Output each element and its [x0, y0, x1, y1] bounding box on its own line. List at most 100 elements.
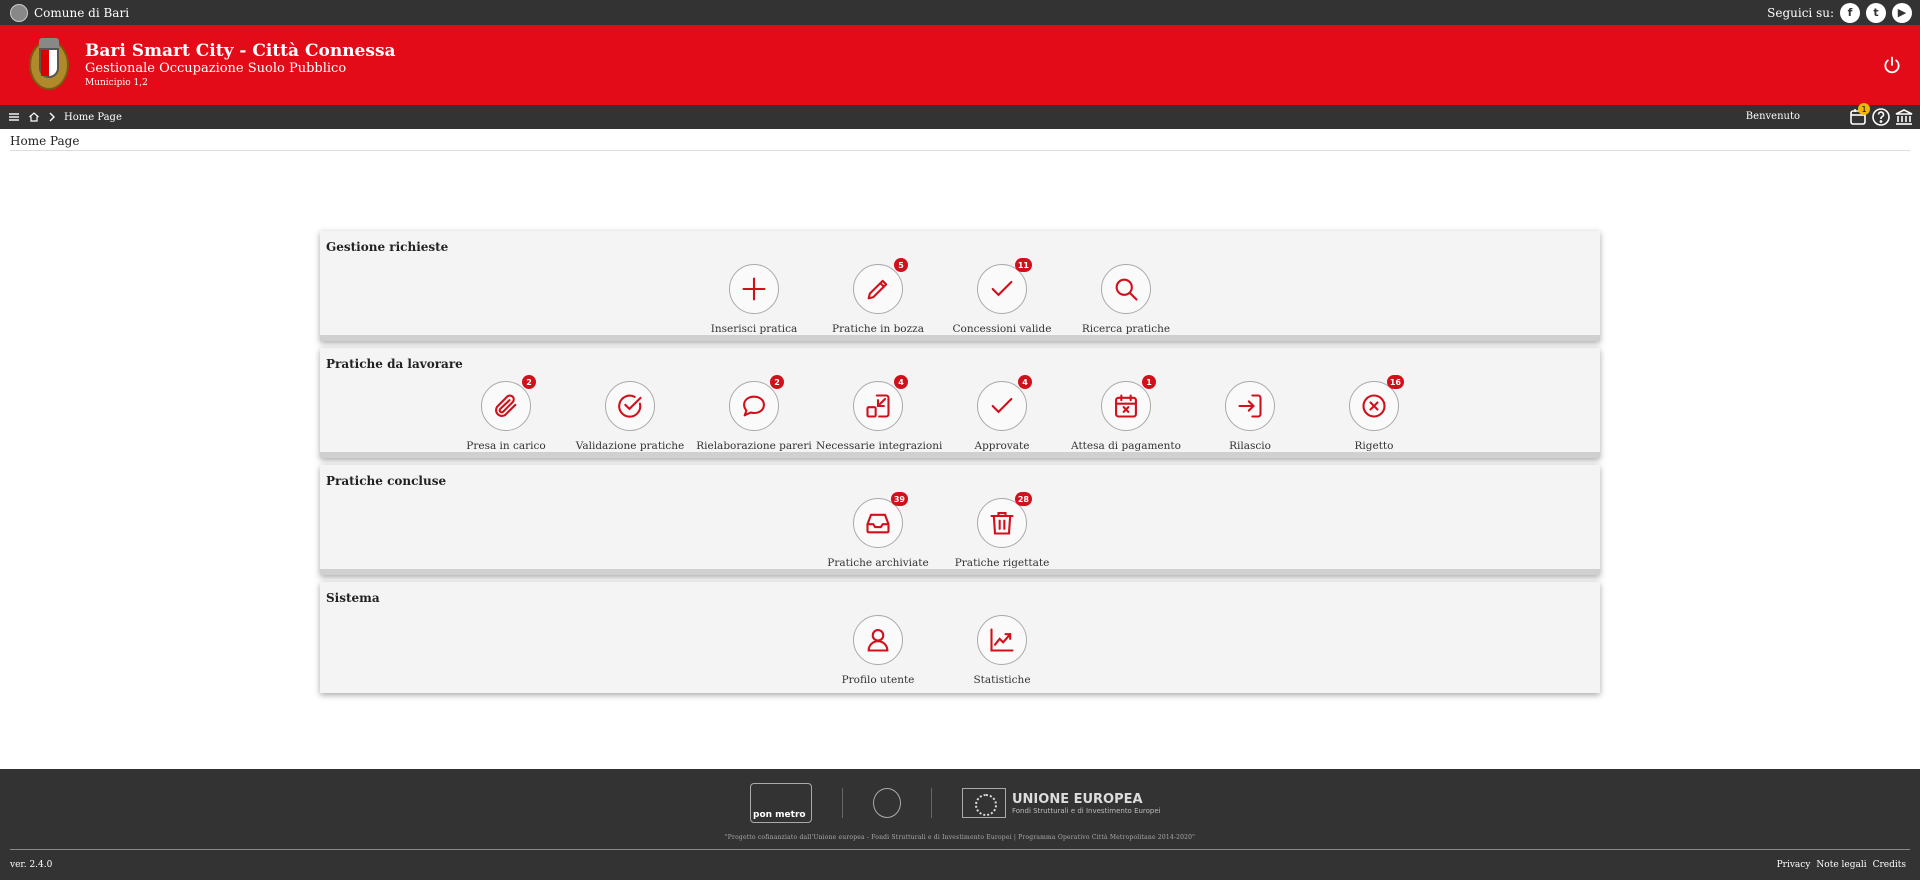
footer: pon metro UNIONE EUROPEA Fondi Struttura… — [0, 769, 1920, 880]
tile-approvate[interactable]: 4 Approvate — [940, 375, 1064, 452]
pon-metro-logo: pon metro — [750, 783, 812, 823]
municipio-label: Municipio 1,2 — [85, 78, 148, 88]
count-badge: 39 — [890, 492, 908, 506]
tile-necessarie-integrazioni[interactable]: 4 Necessarie integrazioni — [816, 375, 943, 452]
tile-concessioni-valide[interactable]: 11 Concessioni valide — [940, 258, 1064, 335]
chevron-right-icon — [49, 112, 55, 122]
dashboard-panels: Gestione richieste Inserisci pratica 5 P… — [320, 231, 1600, 700]
tile-button[interactable] — [853, 615, 903, 665]
tile-button[interactable] — [1225, 381, 1275, 431]
tile-button[interactable]: 4 — [977, 375, 1032, 431]
help-icon — [1872, 108, 1890, 126]
breadcrumb-current[interactable]: Home Page — [64, 112, 122, 123]
tile-pratiche-archiviate[interactable]: 39 Pratiche archiviate — [816, 492, 940, 569]
check-circle-icon — [618, 394, 642, 418]
tile-rilascio[interactable]: Rilascio — [1188, 381, 1312, 452]
tile-inserisci-pratica[interactable]: Inserisci pratica — [692, 264, 816, 335]
tile-button[interactable] — [977, 615, 1027, 665]
section-title: Sistema — [326, 591, 380, 605]
trash-icon — [990, 512, 1014, 535]
count-badge: 16 — [1386, 375, 1404, 389]
chart-line-icon — [990, 628, 1014, 652]
tile-label: Ricerca pratiche — [1081, 323, 1171, 335]
plus-icon — [742, 277, 766, 301]
notification-badge: 1 — [1858, 103, 1870, 115]
page-title: Home Page — [10, 134, 1910, 151]
youtube-icon[interactable]: ▶ — [1892, 2, 1912, 23]
menu-icon[interactable] — [8, 111, 20, 123]
tile-button[interactable] — [729, 264, 779, 314]
calendar-notification-button[interactable]: 1 — [1848, 103, 1870, 127]
tile-label: Concessioni valide — [952, 323, 1052, 335]
tile-button[interactable]: 28 — [977, 492, 1032, 548]
power-icon[interactable] — [1882, 55, 1902, 75]
tile-button[interactable]: 1 — [1101, 375, 1156, 431]
app-title: Bari Smart City - Città Connessa — [85, 41, 396, 61]
privacy-link[interactable]: Privacy — [1777, 860, 1811, 870]
tile-button[interactable]: 16 — [1349, 375, 1404, 431]
tile-ricerca-pratiche[interactable]: Ricerca pratiche — [1064, 264, 1188, 335]
section-title: Gestione richieste — [326, 240, 449, 254]
tile-attesa-di-pagamento[interactable]: 1 Attesa di pagamento — [1064, 375, 1188, 452]
x-circle-icon — [1362, 394, 1386, 418]
credits-link[interactable]: Credits — [1873, 860, 1906, 870]
eu-logo: UNIONE EUROPEA Fondi Strutturali e di In… — [962, 788, 1161, 818]
tile-pratiche-rigettate[interactable]: 28 Pratiche rigettate — [940, 492, 1064, 569]
breadcrumb: Home Page — [8, 111, 122, 123]
facebook-icon[interactable]: f — [1840, 2, 1860, 23]
tile-label: Attesa di pagamento — [1071, 440, 1181, 452]
help-button[interactable] — [1871, 107, 1891, 127]
bank-icon — [1895, 109, 1913, 125]
tile-button[interactable]: 5 — [853, 258, 908, 314]
tile-rielaborazione-pareri[interactable]: 2 Rielaborazione pareri — [692, 375, 816, 452]
note-legali-link[interactable]: Note legali — [1816, 860, 1866, 870]
tile-button[interactable] — [1101, 264, 1151, 314]
tile-button[interactable]: 4 — [853, 375, 908, 431]
search-icon — [1115, 278, 1138, 301]
follow-label: Seguici su: — [1767, 5, 1834, 20]
tile-validazione-pratiche[interactable]: Validazione pratiche — [568, 381, 692, 452]
tile-button[interactable]: 2 — [481, 375, 536, 431]
twitter-icon[interactable]: t — [1866, 2, 1886, 23]
tile-rigetto[interactable]: 16 Rigetto — [1312, 375, 1436, 452]
tile-label: Statistiche — [973, 674, 1031, 686]
home-icon[interactable] — [28, 111, 40, 123]
tile-label: Pratiche rigettate — [954, 557, 1050, 569]
republic-emblem-logo — [873, 788, 901, 818]
tile-label: Approvate — [974, 440, 1030, 452]
section-pratiche-da-lavorare: Pratiche da lavorare 2 Presa in carico V… — [320, 348, 1600, 458]
count-badge: 5 — [894, 258, 908, 272]
institution-button[interactable] — [1894, 107, 1914, 127]
comune-crest-icon — [10, 3, 28, 22]
tile-button[interactable]: 2 — [729, 375, 784, 431]
pencil-icon — [867, 279, 888, 300]
check-icon — [991, 397, 1013, 414]
tile-presa-in-carico[interactable]: 2 Presa in carico — [444, 375, 568, 452]
footer-links: Privacy Note legali Credits — [1777, 860, 1906, 870]
count-badge: 2 — [522, 375, 536, 389]
tile-profilo-utente[interactable]: Profilo utente — [816, 615, 940, 686]
org-name[interactable]: Comune di Bari — [34, 6, 129, 20]
count-badge: 4 — [894, 375, 908, 389]
tile-label: Validazione pratiche — [575, 440, 685, 452]
bari-crest-icon — [25, 36, 73, 94]
section-pratiche-concluse: Pratiche concluse 39 Pratiche archiviate… — [320, 465, 1600, 575]
welcome-label: Benvenuto — [1745, 111, 1800, 122]
eu-subtitle: Fondi Strutturali e di Investimento Euro… — [1012, 806, 1161, 815]
tile-label: Inserisci pratica — [710, 323, 798, 335]
divider — [931, 788, 932, 818]
app-subtitle: Gestionale Occupazione Suolo Pubblico — [85, 61, 347, 76]
tile-button[interactable] — [605, 381, 655, 431]
tile-label: Necessarie integrazioni — [816, 440, 943, 452]
count-badge: 1 — [1142, 375, 1156, 389]
tile-label: Presa in carico — [466, 440, 546, 452]
divider — [842, 788, 843, 818]
tile-statistiche[interactable]: Statistiche — [940, 615, 1064, 686]
tile-pratiche-in-bozza[interactable]: 5 Pratiche in bozza — [816, 258, 940, 335]
paperclip-icon — [495, 394, 517, 417]
tile-button[interactable]: 39 — [853, 492, 908, 548]
section-title: Pratiche da lavorare — [326, 357, 463, 371]
tile-button[interactable]: 11 — [977, 258, 1032, 314]
tile-label: Rilascio — [1229, 440, 1271, 452]
section-sistema: Sistema Profilo utente Statistiche — [320, 582, 1600, 693]
